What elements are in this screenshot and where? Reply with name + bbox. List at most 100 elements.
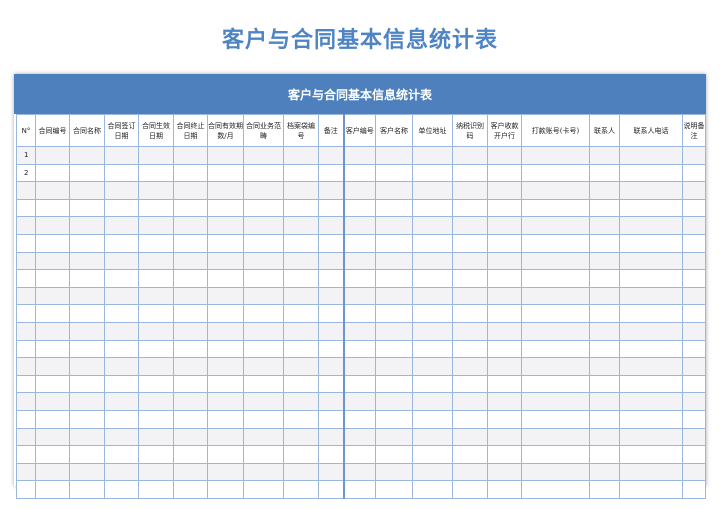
- table-cell[interactable]: [375, 198, 413, 218]
- table-cell[interactable]: [375, 462, 413, 482]
- table-cell[interactable]: [521, 392, 590, 411]
- table-cell[interactable]: [487, 374, 522, 394]
- table-cell[interactable]: [589, 286, 620, 306]
- table-cell[interactable]: [138, 269, 174, 288]
- table-cell[interactable]: [452, 462, 488, 482]
- table-cell[interactable]: [487, 216, 522, 235]
- table-cell[interactable]: [452, 251, 488, 271]
- table-cell[interactable]: [487, 181, 522, 200]
- column-header[interactable]: 联系人: [589, 114, 620, 147]
- table-cell[interactable]: [487, 286, 522, 306]
- table-cell[interactable]: [682, 286, 706, 306]
- table-cell[interactable]: [104, 339, 139, 359]
- table-cell[interactable]: [318, 181, 345, 200]
- table-cell[interactable]: [343, 357, 376, 376]
- table-cell[interactable]: [283, 392, 319, 411]
- column-header[interactable]: 纳税识别码: [452, 114, 488, 147]
- table-cell[interactable]: [589, 374, 620, 394]
- table-cell[interactable]: [682, 445, 706, 464]
- table-cell[interactable]: [343, 233, 376, 253]
- table-cell[interactable]: [283, 445, 319, 464]
- table-cell[interactable]: [682, 216, 706, 235]
- row-number-cell[interactable]: 2: [16, 163, 36, 183]
- table-cell[interactable]: [207, 198, 244, 218]
- table-cell[interactable]: [452, 181, 488, 200]
- table-cell[interactable]: [343, 181, 376, 200]
- table-cell[interactable]: [375, 181, 413, 200]
- table-cell[interactable]: [104, 374, 139, 394]
- table-cell[interactable]: [487, 409, 522, 429]
- table-cell[interactable]: [35, 392, 70, 411]
- table-cell[interactable]: [138, 374, 174, 394]
- row-number-cell[interactable]: [16, 321, 36, 341]
- table-cell[interactable]: [452, 321, 488, 341]
- table-cell[interactable]: [619, 251, 683, 271]
- table-cell[interactable]: [35, 146, 70, 165]
- table-cell[interactable]: [318, 409, 345, 429]
- table-cell[interactable]: [69, 198, 105, 218]
- table-cell[interactable]: [104, 146, 139, 165]
- table-cell[interactable]: [521, 462, 590, 482]
- table-cell[interactable]: [682, 427, 706, 447]
- table-cell[interactable]: [207, 269, 244, 288]
- table-cell[interactable]: [521, 304, 590, 323]
- table-cell[interactable]: [619, 181, 683, 200]
- row-number-cell[interactable]: [16, 427, 36, 447]
- table-cell[interactable]: [412, 286, 453, 306]
- table-cell[interactable]: [412, 480, 453, 499]
- table-cell[interactable]: [283, 198, 319, 218]
- table-cell[interactable]: [138, 198, 174, 218]
- table-cell[interactable]: [283, 286, 319, 306]
- table-cell[interactable]: [375, 374, 413, 394]
- table-cell[interactable]: [343, 374, 376, 394]
- table-cell[interactable]: [35, 462, 70, 482]
- table-cell[interactable]: [343, 392, 376, 411]
- table-cell[interactable]: [487, 146, 522, 165]
- table-cell[interactable]: [589, 163, 620, 183]
- table-cell[interactable]: [243, 216, 284, 235]
- table-cell[interactable]: [69, 233, 105, 253]
- table-cell[interactable]: [173, 286, 208, 306]
- table-cell[interactable]: [521, 163, 590, 183]
- table-cell[interactable]: [173, 480, 208, 499]
- table-cell[interactable]: [521, 409, 590, 429]
- table-cell[interactable]: [682, 198, 706, 218]
- table-cell[interactable]: [412, 198, 453, 218]
- column-header[interactable]: 说明备注: [682, 114, 706, 147]
- table-cell[interactable]: [521, 286, 590, 306]
- table-cell[interactable]: [521, 374, 590, 394]
- table-cell[interactable]: [452, 216, 488, 235]
- row-number-cell[interactable]: [16, 374, 36, 394]
- table-cell[interactable]: [619, 339, 683, 359]
- table-cell[interactable]: [69, 304, 105, 323]
- table-cell[interactable]: [104, 304, 139, 323]
- table-cell[interactable]: [412, 269, 453, 288]
- table-cell[interactable]: [487, 427, 522, 447]
- table-cell[interactable]: [283, 233, 319, 253]
- table-cell[interactable]: [589, 198, 620, 218]
- table-cell[interactable]: [283, 321, 319, 341]
- table-cell[interactable]: [35, 304, 70, 323]
- table-cell[interactable]: [375, 304, 413, 323]
- table-cell[interactable]: [207, 286, 244, 306]
- table-cell[interactable]: [375, 339, 413, 359]
- table-cell[interactable]: [412, 357, 453, 376]
- table-cell[interactable]: [375, 163, 413, 183]
- row-number-cell[interactable]: [16, 181, 36, 200]
- table-cell[interactable]: [412, 427, 453, 447]
- column-header[interactable]: 客户收款开户行: [487, 114, 522, 147]
- row-number-cell[interactable]: [16, 409, 36, 429]
- table-cell[interactable]: [487, 339, 522, 359]
- table-cell[interactable]: [173, 233, 208, 253]
- table-cell[interactable]: [35, 409, 70, 429]
- table-cell[interactable]: [619, 427, 683, 447]
- table-cell[interactable]: [682, 374, 706, 394]
- table-cell[interactable]: [412, 146, 453, 165]
- table-cell[interactable]: [487, 163, 522, 183]
- table-cell[interactable]: [283, 374, 319, 394]
- table-cell[interactable]: [452, 392, 488, 411]
- table-cell[interactable]: [35, 286, 70, 306]
- table-cell[interactable]: [243, 357, 284, 376]
- table-cell[interactable]: [69, 269, 105, 288]
- table-cell[interactable]: [343, 198, 376, 218]
